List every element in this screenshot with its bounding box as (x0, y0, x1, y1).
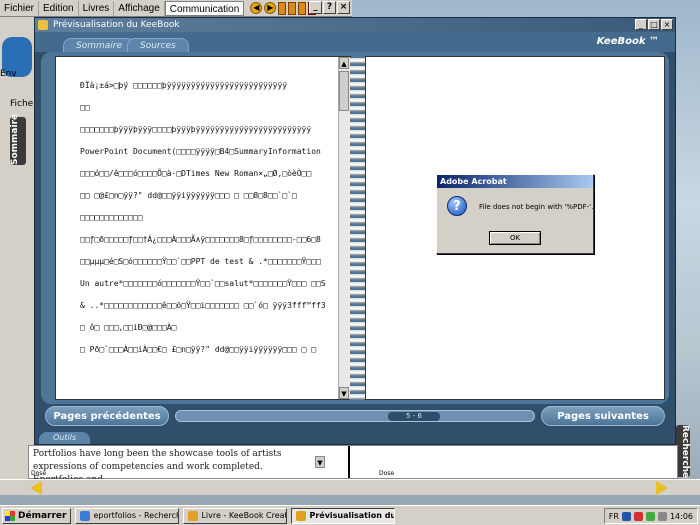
editor-splitter[interactable] (344, 446, 354, 478)
volume-icon[interactable] (657, 511, 667, 521)
start-button[interactable]: Démarrer (2, 507, 72, 524)
keebook-app-icon (38, 20, 48, 30)
text-line: □ Pð□`□□□À□□iÀ□□€□ £□n□ÿÿ?" dd@□□ÿÿiÿÿÿÿ… (80, 345, 317, 354)
scroll-down-icon[interactable]: ▼ (339, 387, 349, 399)
left-arrow-icon[interactable] (30, 481, 42, 495)
text-line: ÐÏà¡±á>□þÿ □□□□□□þÿÿÿÿÿÿÿÿÿÿÿÿÿÿÿÿÿÿÿÿÿÿ… (80, 81, 288, 90)
book-icon[interactable] (288, 1, 297, 15)
text-line: □□□□□□□þÿÿÿþÿÿÿ□□□□þÿÿÿþÿÿÿÿÿÿÿÿÿÿÿÿÿÿÿÿ… (80, 125, 312, 134)
host-bottom-bar (0, 479, 700, 495)
fiche-label: Fiche (10, 99, 34, 109)
host-window-controls: _ ? × (309, 1, 350, 14)
system-tray: FR 14:06 (603, 508, 698, 524)
host-editor-area[interactable]: Portfolios have long been the showcase t… (28, 445, 678, 485)
side-tab-recherche[interactable]: Recherche (676, 425, 690, 478)
tab-sources[interactable]: Sources (127, 38, 189, 52)
page-navigation: Pages précédentes 5 - 6 Pages suivantes (41, 406, 669, 428)
menu-livres[interactable]: Livres (79, 0, 115, 16)
network-icon[interactable] (621, 511, 631, 521)
taskbar-item-label: Prévisualisation du K... (309, 511, 396, 520)
keebook-window-controls: _ □ × (635, 19, 673, 30)
scroll-thumb[interactable] (339, 71, 349, 111)
dialog-title: Adobe Acrobat (437, 175, 593, 188)
env-label: Env (0, 69, 17, 79)
menu-affichage[interactable]: Affichage (114, 0, 165, 16)
taskbar: Démarrer eportfolios - Recherche ... Liv… (0, 505, 700, 525)
side-tab-sommaire[interactable]: Sommaire (10, 114, 26, 165)
browser-icon (80, 510, 91, 521)
right-arrow-icon[interactable] (656, 481, 668, 495)
windows-logo-icon (5, 510, 15, 521)
keebook-title: Prévisualisation du KeeBook (53, 20, 180, 30)
text-line: Un autre*□□□□□□□ó□□□□□□□Ÿ□□`□□salut*□□□□… (80, 279, 326, 288)
garbled-document-text: ÐÏà¡±á>□þÿ □□□□□□þÿÿÿÿÿÿÿÿÿÿÿÿÿÿÿÿÿÿÿÿÿÿ… (80, 75, 350, 361)
editor-scroll-down-icon[interactable]: ▼ (315, 456, 325, 468)
host-menubar: Fichier Edition Livres Affichage Communi… (0, 0, 352, 17)
spiral-binding (350, 58, 366, 400)
editor-line: Portfolios have long been the showcase t… (33, 449, 282, 459)
previous-pages-button[interactable]: Pages précédentes (45, 406, 169, 426)
keebook-icon (296, 510, 307, 521)
text-line: □□□ó□□/ê□□□ó□□□□Õ□à·□DTimes New Roman×„□… (80, 169, 312, 178)
host-toolbar: ◀ ▶ (250, 1, 317, 15)
menu-fichier[interactable]: Fichier (0, 0, 40, 16)
keebook-titlebar: Prévisualisation du KeeBook _ □ × (35, 18, 675, 32)
help-button[interactable]: ? (323, 1, 336, 14)
dialog-message: File does not begin with '%PDF-'. (479, 203, 594, 211)
doc-label: Dose (31, 470, 47, 477)
antivirus-icon[interactable] (633, 511, 643, 521)
doc-label: Dose (379, 470, 395, 477)
clock: 14:06 (669, 511, 693, 521)
book-icon[interactable] (278, 1, 287, 15)
forward-arrow-icon[interactable]: ▶ (264, 2, 277, 14)
taskbar-item-previsualisation[interactable]: Prévisualisation du K... (291, 507, 396, 524)
tab-outils[interactable]: Outils (39, 432, 91, 444)
acrobat-dialog: Adobe Acrobat ? File does not begin with… (436, 174, 594, 254)
minimize-button[interactable]: _ (309, 1, 322, 14)
page-indicator: 5 - 6 (388, 412, 440, 421)
taskbar-item-keebook-creator[interactable]: Livre - KeeBook Creator ... (183, 507, 288, 524)
close-button[interactable]: × (337, 1, 350, 14)
text-line: □□ƒ□ð□□□□□ƒ□□†Á¿□□□À□□□Ã∧ÿ□□□□□□□8□ƒ□□□□… (80, 235, 321, 244)
page-slider[interactable]: 5 - 6 (175, 410, 535, 422)
taskbar-item-label: Livre - KeeBook Creator ... (201, 511, 288, 520)
text-line: □□µµµ□é□S□ó□□□□□□Ÿ□□`□□PPT de test & .*□… (80, 257, 321, 266)
start-label: Démarrer (18, 510, 67, 521)
menu-edition[interactable]: Edition (39, 0, 79, 16)
text-line: □ ô□ □□□,□□iÐ□@□□□À□ (80, 323, 177, 332)
keebook-maximize-button[interactable]: □ (648, 19, 660, 30)
host-left-panel: Env Fiche Sommaire (0, 17, 35, 487)
text-line: & ..*□□□□□□□□□□□□ê□□ö□Ÿ□□i□□□□□□□ □□`ó□ … (80, 301, 326, 310)
ok-button[interactable]: OK (489, 231, 541, 245)
next-pages-button[interactable]: Pages suivantes (541, 406, 665, 426)
question-icon: ? (447, 196, 467, 216)
menu-communication[interactable]: Communication (164, 0, 245, 16)
scroll-up-icon[interactable]: ▲ (339, 57, 349, 69)
taskbar-item-eportfolios[interactable]: eportfolios - Recherche ... (75, 507, 180, 524)
keebook-minimize-button[interactable]: _ (635, 19, 647, 30)
tray-app-icon[interactable] (645, 511, 655, 521)
left-page: ÐÏà¡±á>□þÿ □□□□□□þÿÿÿÿÿÿÿÿÿÿÿÿÿÿÿÿÿÿÿÿÿÿ… (55, 56, 351, 400)
keebook-close-button[interactable]: × (661, 19, 673, 30)
language-indicator[interactable]: FR (609, 512, 619, 521)
keebook-icon (188, 510, 199, 521)
text-line: □□ □@£□n□ÿÿ?" dd@□□ÿÿiÿÿÿÿÿÿ□□□ □ □□8□8□… (80, 191, 297, 200)
text-line: PowerPoint Document(□□□□ÿÿÿÿ□B4□SummaryI… (80, 147, 321, 156)
book-icon[interactable] (298, 1, 307, 15)
left-page-scrollbar[interactable]: ▲ ▼ (338, 57, 350, 399)
keebook-brand: KeeBook ™ (596, 36, 659, 47)
keebook-header: Sommaire Sources KeeBook ™ (35, 32, 675, 52)
tab-sommaire[interactable]: Sommaire (63, 38, 136, 52)
taskbar-item-label: eportfolios - Recherche ... (93, 511, 178, 520)
text-line: □□ (80, 103, 90, 112)
back-arrow-icon[interactable]: ◀ (250, 2, 263, 14)
text-line: □□□□□□□□□□□□□ (80, 213, 143, 222)
